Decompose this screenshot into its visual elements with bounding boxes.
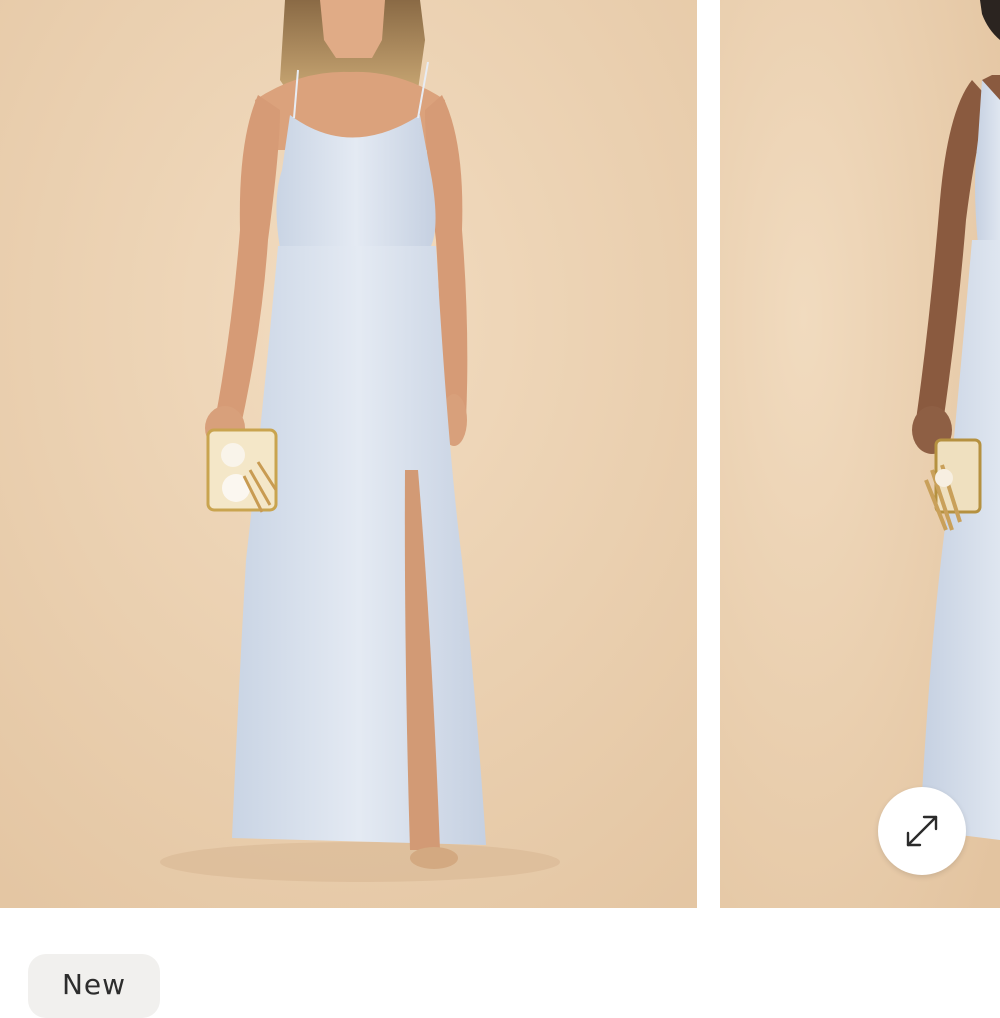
- new-badge-label: New: [61, 968, 127, 1001]
- product-image-gallery[interactable]: [0, 0, 1000, 908]
- product-image-main[interactable]: [0, 0, 697, 908]
- new-badge: New: [28, 954, 160, 1018]
- product-photo-side: [720, 0, 1000, 908]
- product-image-secondary[interactable]: [720, 0, 1000, 908]
- product-photo-front: [0, 0, 697, 908]
- expand-gallery-button[interactable]: [878, 787, 966, 875]
- expand-arrows-icon: [906, 815, 938, 847]
